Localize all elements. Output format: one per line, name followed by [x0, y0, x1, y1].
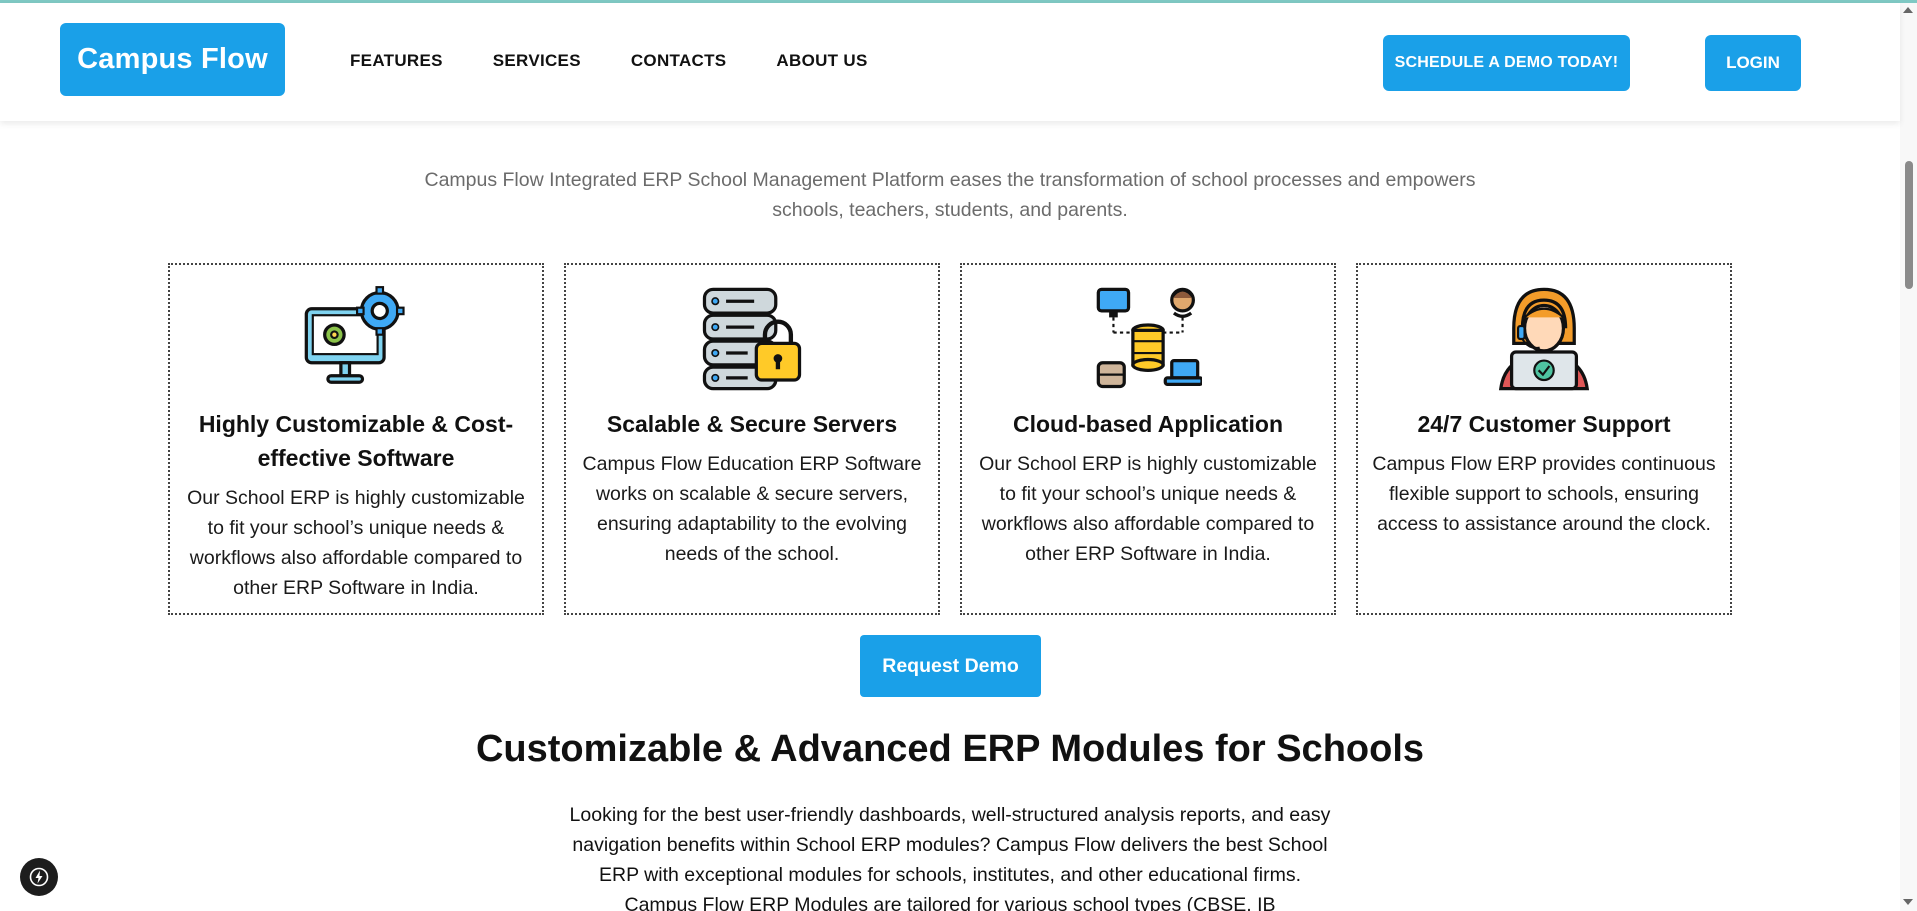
lightning-icon [29, 867, 49, 887]
nav-services[interactable]: SERVICES [493, 51, 581, 71]
feature-card: Scalable & Secure Servers Campus Flow Ed… [564, 263, 940, 615]
scroll-thumb[interactable] [1905, 161, 1913, 289]
site-header: Campus Flow FEATURES SERVICES CONTACTS A… [0, 3, 1900, 121]
logo[interactable]: Campus Flow [60, 23, 285, 96]
card-title: Scalable & Secure Servers [606, 411, 898, 437]
floating-action-button[interactable] [20, 858, 58, 896]
nav-features[interactable]: FEATURES [350, 51, 443, 71]
feature-cards: Highly Customizable & Cost-effective Sof… [168, 263, 1732, 615]
scroll-up-arrow-icon[interactable] [1903, 7, 1913, 13]
card-title: 24/7 Customer Support [1417, 411, 1671, 437]
card-text: Our School ERP is highly customizable to… [187, 487, 525, 599]
page-scrollbar[interactable] [1900, 3, 1917, 911]
nav-about-us[interactable]: ABOUT US [776, 51, 867, 71]
request-demo-button[interactable]: Request Demo [860, 635, 1041, 697]
card-title: Cloud-based Application [1012, 411, 1284, 437]
modules-text: Looking for the best user-friendly dashb… [569, 804, 1331, 911]
modules-heading: Customizable & Advanced ERP Modules for … [475, 728, 1425, 770]
card-text: Our School ERP is highly customizable to… [979, 453, 1317, 565]
main-nav: FEATURES SERVICES CONTACTS ABOUT US [350, 51, 918, 71]
intro-text: Campus Flow Integrated ERP School Manage… [424, 169, 1476, 221]
nav-contacts[interactable]: CONTACTS [631, 51, 727, 71]
monitor-gears-icon [304, 286, 405, 384]
support-agent-icon [1498, 287, 1590, 391]
card-text: Campus Flow Education ERP Software works… [582, 453, 922, 565]
login-button[interactable]: LOGIN [1705, 35, 1801, 91]
secure-server-icon [702, 287, 802, 391]
card-text: Campus Flow ERP provides continuous flex… [1372, 453, 1716, 535]
feature-card: 24/7 Customer Support Campus Flow ERP pr… [1356, 263, 1732, 615]
card-title: Highly Customizable & Cost-effective Sof… [198, 411, 514, 471]
schedule-demo-button[interactable]: SCHEDULE A DEMO TODAY! [1383, 35, 1630, 91]
feature-card: Highly Customizable & Cost-effective Sof… [168, 263, 544, 615]
scroll-down-arrow-icon[interactable] [1903, 899, 1913, 905]
feature-card: Cloud-based Application Our School ERP i… [960, 263, 1336, 615]
cloud-network-icon [1096, 287, 1202, 389]
